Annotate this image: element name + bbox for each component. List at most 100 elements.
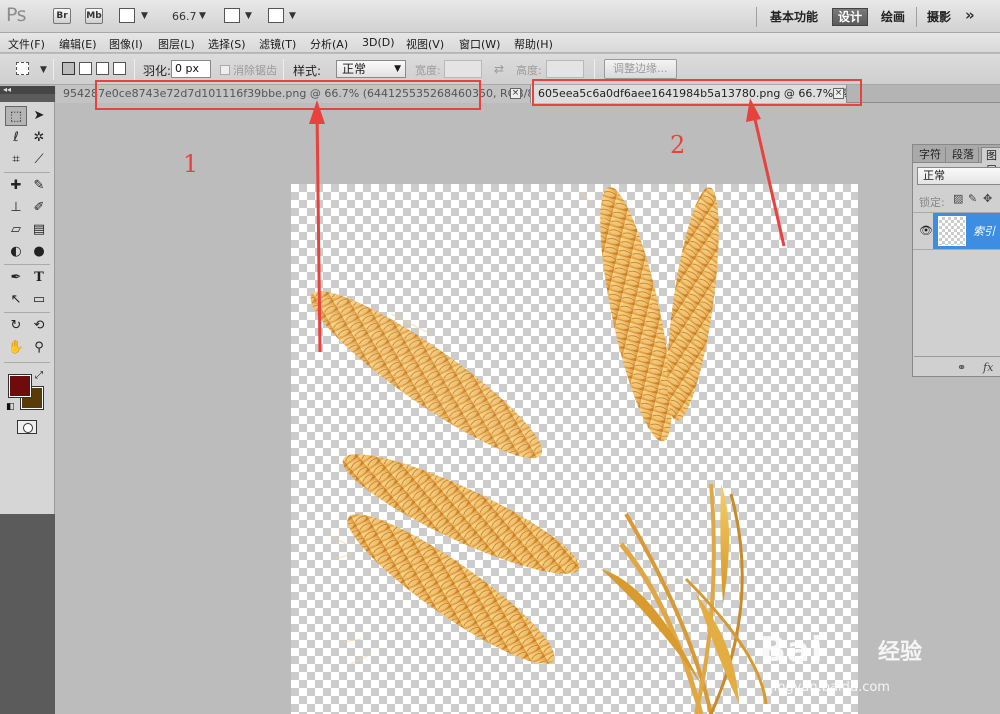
chevron-down-icon[interactable]: ▼ (141, 11, 148, 21)
zoom-level[interactable]: 66.7 (172, 10, 197, 23)
menu-help[interactable]: 帮助(H) (514, 36, 553, 52)
crop-tool-icon[interactable]: ⌗ (5, 150, 27, 170)
type-tool-icon[interactable]: T (28, 268, 50, 288)
divider (4, 264, 50, 265)
lock-pixels-icon[interactable]: ✎ (968, 192, 977, 205)
tab-layers[interactable]: 图层 (981, 147, 1000, 177)
3d-orbit-icon[interactable]: ⟲ (28, 316, 50, 336)
menu-3d[interactable]: 3D(D) (362, 36, 395, 49)
watermark-suffix: 经验 (878, 640, 923, 665)
rectangular-marquee-icon[interactable]: ⬚ (5, 106, 27, 126)
close-icon[interactable]: × (510, 88, 521, 99)
chevron-down-icon: ▼ (394, 64, 401, 74)
menu-edit[interactable]: 编辑(E) (59, 36, 97, 52)
divider (914, 356, 1000, 357)
eyedropper-icon[interactable]: ⟋ (28, 150, 50, 170)
3d-rotate-icon[interactable]: ↻ (5, 316, 27, 336)
dodge-tool-icon[interactable]: ● (28, 242, 50, 262)
bridge-button[interactable]: Br (53, 8, 71, 24)
style-value: 正常 (342, 62, 367, 76)
width-input[interactable] (444, 60, 482, 78)
antialias-checkbox[interactable] (220, 65, 230, 75)
panel-tabs: 字符 段落 图层 (913, 145, 1000, 177)
menu-window[interactable]: 窗口(W) (459, 36, 500, 52)
mini-bridge-button[interactable]: Mb (85, 8, 103, 24)
more-workspaces-icon[interactable]: » (965, 6, 975, 24)
move-tool-icon[interactable]: ➤ (28, 106, 50, 126)
tools-panel: ◂◂ ⬚ ➤ ℓ ✲ ⌗ ⟋ ✚ ✎ ⊥ ✐ ▱ ▤ ◐ ● ✒ T ↖ ▭ ↻… (0, 86, 55, 714)
marquee-preset-icon[interactable] (16, 62, 29, 75)
annotation-label-1: 1 (183, 150, 199, 178)
feather-label: 羽化: (143, 64, 172, 78)
menu-analysis[interactable]: 分析(A) (310, 36, 348, 52)
height-input[interactable] (546, 60, 584, 78)
annotation-label-2: 2 (670, 131, 686, 159)
divider (594, 59, 595, 80)
antialias-label: 消除锯齿 (233, 64, 277, 77)
swap-icon[interactable]: ⇄ (494, 62, 504, 76)
selected-layer[interactable]: 索引 (933, 213, 1000, 249)
subtract-selection-icon[interactable] (96, 62, 109, 75)
clone-stamp-icon[interactable]: ⊥ (5, 198, 27, 218)
eraser-tool-icon[interactable]: ▱ (5, 220, 27, 240)
gradient-tool-icon[interactable]: ▤ (28, 220, 50, 240)
healing-brush-icon[interactable]: ✚ (5, 176, 27, 196)
fx-icon[interactable]: fx (983, 361, 993, 374)
lasso-tool-icon[interactable]: ℓ (5, 128, 27, 148)
workspace-essentials[interactable]: 基本功能 (765, 8, 823, 26)
divider (4, 362, 50, 363)
foreground-color-swatch[interactable] (8, 374, 32, 398)
workspace-photography[interactable]: 摄影 (922, 8, 956, 26)
workspace-design[interactable]: 设计 (832, 8, 869, 26)
new-selection-icon[interactable] (62, 62, 75, 75)
lock-position-icon[interactable]: ✥ (983, 192, 992, 205)
lock-label: 锁定: (919, 196, 945, 209)
visibility-eye-icon[interactable]: 👁 (919, 224, 933, 237)
zoom-tool-icon[interactable]: ⚲ (28, 338, 50, 358)
view-extras-icon[interactable] (119, 8, 135, 23)
history-brush-icon[interactable]: ✐ (28, 198, 50, 218)
lock-transparency-icon[interactable]: ▨ (953, 192, 963, 205)
menu-filter[interactable]: 滤镜(T) (259, 36, 296, 52)
collapse-icon[interactable]: ◂◂ (0, 86, 55, 94)
blur-tool-icon[interactable]: ◐ (5, 242, 27, 262)
menu-file[interactable]: 文件(F) (8, 36, 45, 52)
arrange-documents-icon[interactable] (224, 8, 240, 23)
divider (4, 312, 50, 313)
swap-colors-icon[interactable]: ⤢ (35, 370, 43, 381)
menu-image[interactable]: 图像(I) (109, 36, 143, 52)
menu-view[interactable]: 视图(V) (406, 36, 444, 52)
application-bar: Ps Br Mb ▼ 66.7 ▼ ▼ ▼ 基本功能 设计 绘画 摄影 » (0, 0, 1000, 33)
tab-character[interactable]: 字符 (915, 147, 946, 163)
layers-panel: 字符 段落 图层 正常 锁定: ▨ ✎ ✥ 👁 索引 ⚭ fx (912, 144, 1000, 377)
chevron-down-icon[interactable]: ▼ (245, 11, 252, 21)
intersect-selection-icon[interactable] (113, 62, 126, 75)
style-select[interactable]: 正常 ▼ (336, 60, 406, 78)
menu-layer[interactable]: 图层(L) (158, 36, 195, 52)
hand-tool-icon[interactable]: ✋ (5, 338, 27, 358)
layer-row[interactable]: 👁 索引 (913, 212, 1000, 250)
divider (4, 172, 50, 173)
quick-mask-icon[interactable] (17, 420, 37, 434)
divider (756, 7, 757, 27)
refine-edge-button[interactable]: 调整边缘... (604, 59, 677, 79)
rectangle-tool-icon[interactable]: ▭ (28, 290, 50, 310)
add-to-selection-icon[interactable] (79, 62, 92, 75)
feather-input[interactable]: 0 px (171, 60, 211, 78)
link-layers-icon[interactable]: ⚭ (957, 361, 966, 374)
tools-list: ⬚ ➤ ℓ ✲ ⌗ ⟋ ✚ ✎ ⊥ ✐ ▱ ▤ ◐ ● ✒ T ↖ ▭ ↻ ⟲ … (0, 102, 55, 514)
default-colors-icon[interactable]: ◧ (6, 402, 15, 412)
magic-wand-icon[interactable]: ✲ (28, 128, 50, 148)
chevron-down-icon[interactable]: ▼ (40, 65, 47, 75)
workspace-painting[interactable]: 绘画 (876, 8, 910, 26)
path-selection-icon[interactable]: ↖ (5, 290, 27, 310)
tab-paragraph[interactable]: 段落 (948, 147, 979, 163)
screen-mode-icon[interactable] (268, 8, 284, 23)
chevron-down-icon[interactable]: ▼ (199, 11, 206, 21)
pen-tool-icon[interactable]: ✒ (5, 268, 27, 288)
highlight-box-1 (95, 80, 481, 110)
menu-select[interactable]: 选择(S) (208, 36, 246, 52)
blend-mode-select[interactable]: 正常 (917, 167, 1000, 185)
chevron-down-icon[interactable]: ▼ (289, 11, 296, 21)
brush-tool-icon[interactable]: ✎ (28, 176, 50, 196)
